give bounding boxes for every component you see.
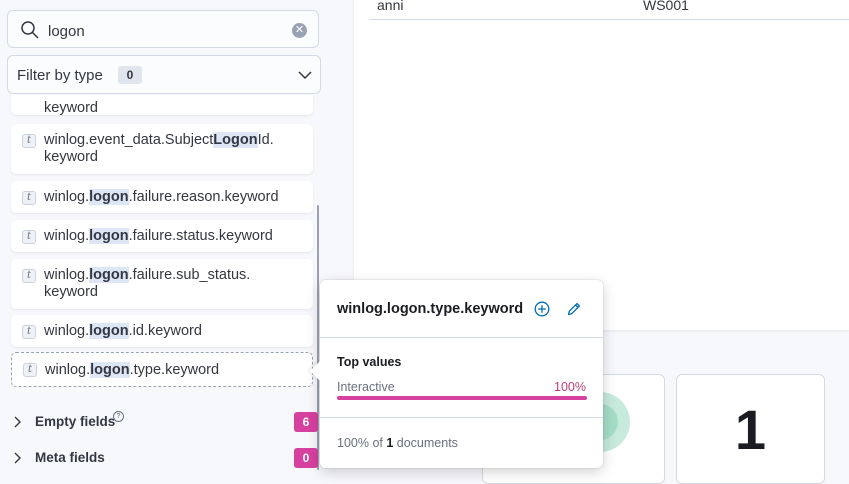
table-cell-user: anni — [377, 0, 404, 13]
empty-fields-count: 6 — [294, 412, 318, 432]
search-input[interactable] — [46, 19, 290, 43]
table-cell-host: WS001 — [643, 0, 689, 13]
empty-fields-section[interactable]: Empty fields ? 6 — [12, 411, 318, 432]
field-item[interactable]: t winlog.logon.id.keyword — [11, 315, 313, 347]
field-details-popover: winlog.logon.type.keyword Top values Int… — [310, 280, 603, 468]
field-item[interactable]: t winlog.event_data.SubjectLogonId. keywo… — [11, 124, 313, 174]
field-name: winlog.logon.failure.reason.keyword — [44, 189, 279, 205]
popover-divider — [320, 417, 603, 418]
search-icon — [21, 21, 39, 39]
string-type-icon: t — [22, 134, 36, 148]
field-list: xkeyword t winlog.event_data.SubjectLogo… — [0, 95, 330, 395]
filter-label: Filter by type — [17, 67, 103, 84]
clear-search-icon[interactable]: ✕ — [292, 23, 307, 38]
field-item[interactable]: t winlog.logon.failure.reason.keyword — [11, 181, 313, 213]
string-type-icon: t — [23, 363, 37, 377]
top-value-percent: 100% — [554, 380, 586, 394]
meta-fields-section[interactable]: Meta fields 0 — [12, 448, 318, 468]
top-value-name[interactable]: Interactive — [337, 380, 395, 394]
field-name: winlog.logon.failure.status.keyword — [44, 228, 273, 244]
field-name: winlog.logon.failure.sub_status. keyword — [44, 267, 251, 300]
pencil-icon[interactable] — [566, 301, 582, 317]
metric-tile[interactable]: 1 — [676, 374, 825, 484]
popover-divider — [320, 337, 603, 338]
field-name: xkeyword — [44, 100, 98, 116]
field-item[interactable]: xkeyword — [11, 95, 313, 116]
top-values-heading: Top values — [337, 355, 402, 369]
chevron-right-icon — [14, 416, 21, 428]
popover-title: winlog.logon.type.keyword — [337, 301, 524, 317]
field-search: ✕ — [7, 10, 319, 48]
add-field-icon[interactable] — [534, 301, 550, 317]
filter-by-type-button[interactable]: Filter by type 0 — [7, 55, 321, 94]
chevron-right-icon — [14, 452, 21, 464]
table-row-divider — [369, 19, 849, 20]
field-item[interactable]: t winlog.logon.failure.status.keyword — [11, 220, 313, 252]
metric-value: 1 — [734, 398, 767, 461]
field-name: winlog.logon.type.keyword — [45, 362, 220, 378]
field-sidebar: ✕ Filter by type 0 xkeyword t winlog.eve… — [0, 0, 330, 470]
chevron-down-icon — [298, 71, 312, 80]
string-type-icon: t — [22, 191, 36, 205]
filter-count-badge: 0 — [118, 66, 142, 84]
top-value-bar — [337, 396, 587, 400]
field-item[interactable]: t winlog.logon.failure.sub_status. keywor… — [11, 259, 313, 309]
field-name: winlog.event_data.SubjectLogonId. keyword — [44, 132, 274, 165]
field-item-selected[interactable]: t winlog.logon.type.keyword — [11, 352, 313, 387]
popover-footer: 100% of 1 documents — [337, 436, 458, 450]
top-value-bar-fill — [337, 396, 587, 400]
string-type-icon: t — [22, 230, 36, 244]
empty-fields-label: Empty fields — [35, 414, 116, 429]
meta-fields-label: Meta fields — [35, 450, 105, 465]
meta-fields-count: 0 — [294, 448, 318, 468]
field-name: winlog.logon.id.keyword — [44, 323, 202, 339]
string-type-icon: t — [22, 325, 36, 339]
help-icon[interactable]: ? — [113, 411, 124, 422]
string-type-icon: t — [22, 269, 36, 283]
